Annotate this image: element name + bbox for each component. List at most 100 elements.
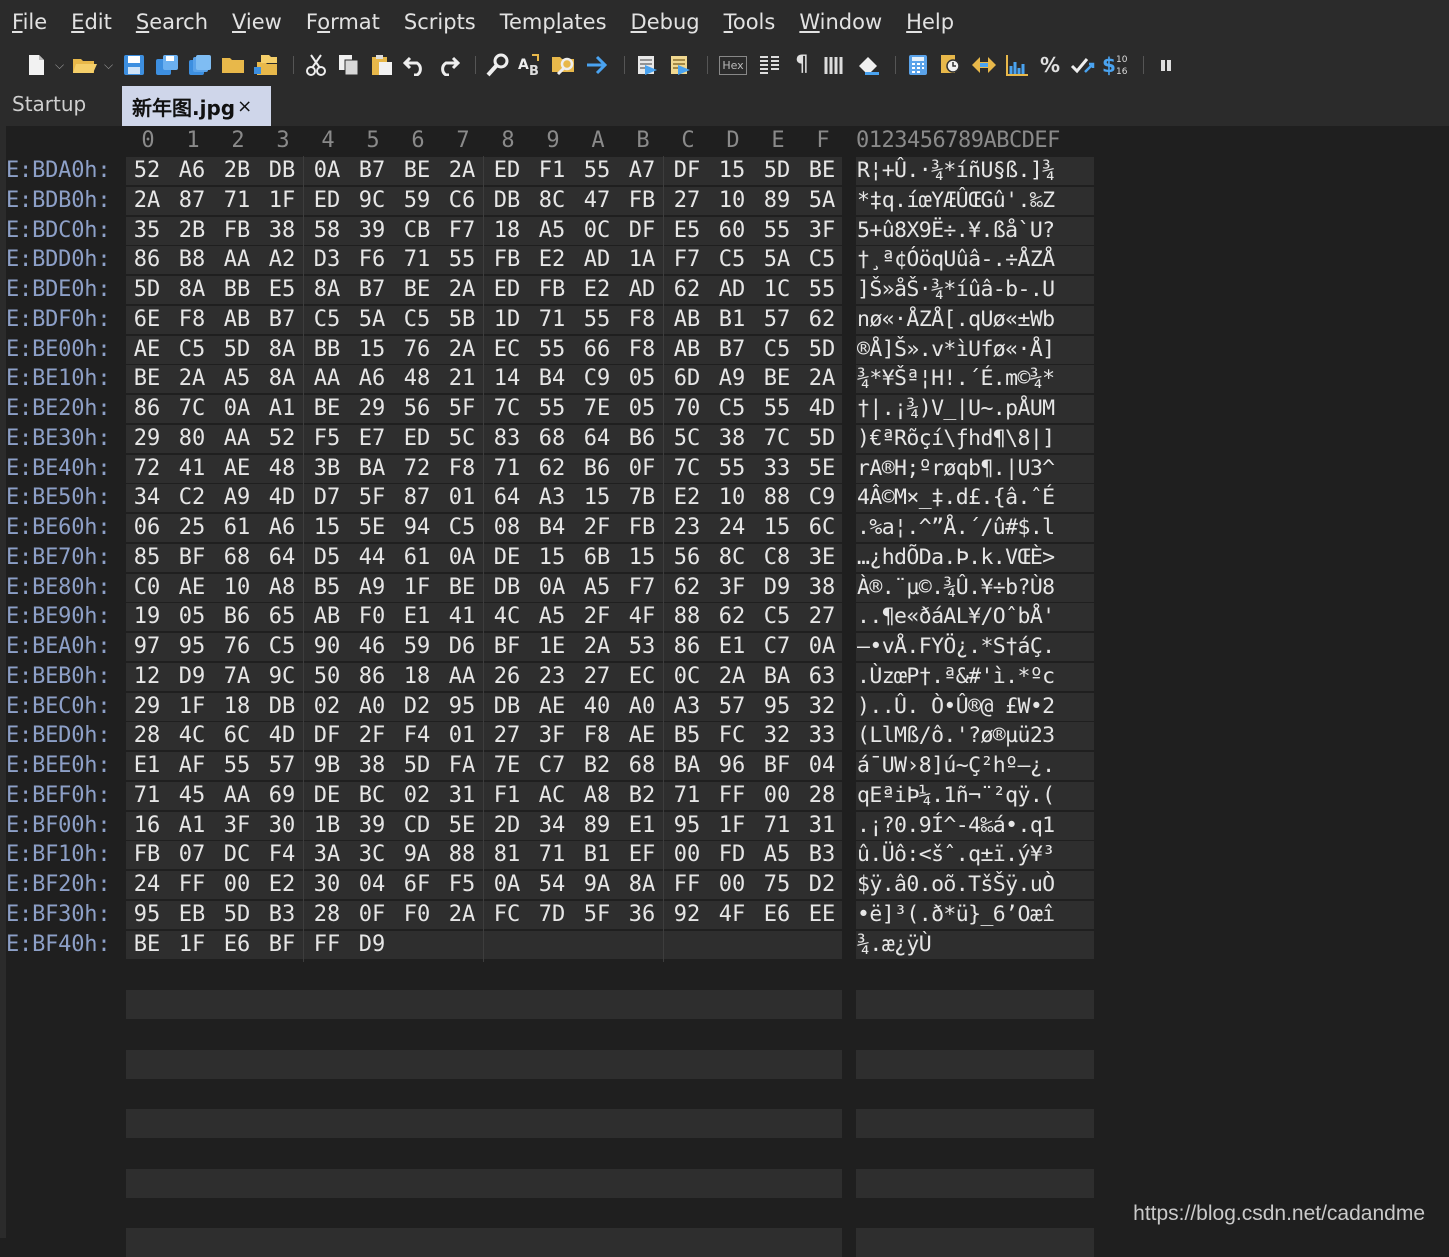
hex-byte[interactable]: 55	[715, 454, 749, 484]
hex-byte[interactable]: 5A	[805, 186, 839, 216]
hex-byte[interactable]: 2A	[580, 632, 614, 662]
undo-icon[interactable]	[401, 50, 429, 80]
hex-byte[interactable]: 2B	[220, 156, 254, 186]
hex-byte[interactable]: A1	[175, 811, 209, 841]
hex-byte[interactable]: 5A	[355, 305, 389, 335]
hex-byte[interactable]: D9	[760, 573, 794, 603]
hex-byte[interactable]: F7	[670, 245, 704, 275]
hex-byte[interactable]: 9C	[265, 662, 299, 692]
hex-byte[interactable]: 60	[715, 216, 749, 246]
hex-byte[interactable]: 65	[265, 602, 299, 632]
hex-byte[interactable]: B5	[310, 573, 344, 603]
hex-byte[interactable]: DF	[670, 156, 704, 186]
hex-byte[interactable]: A7	[625, 156, 659, 186]
hex-byte[interactable]: CB	[400, 216, 434, 246]
hex-byte[interactable]: 00	[760, 781, 794, 811]
hex-byte[interactable]: 5D	[130, 275, 164, 305]
hex-byte[interactable]: 45	[175, 781, 209, 811]
copy-icon[interactable]	[335, 50, 363, 80]
hex-byte[interactable]: 3C	[355, 840, 389, 870]
menu-view[interactable]: View	[220, 10, 294, 34]
hex-byte[interactable]: FB	[625, 513, 659, 543]
hex-byte[interactable]: 1C	[760, 275, 794, 305]
hex-byte[interactable]: 6E	[130, 305, 164, 335]
hex-byte[interactable]: 89	[580, 811, 614, 841]
hex-byte[interactable]: 9B	[310, 751, 344, 781]
hex-byte[interactable]: 5C	[670, 424, 704, 454]
hex-byte[interactable]: 86	[355, 662, 389, 692]
hex-byte[interactable]: 94	[400, 513, 434, 543]
hex-byte[interactable]: B3	[265, 900, 299, 930]
hex-byte[interactable]: 0F	[625, 454, 659, 484]
hex-byte[interactable]: C6	[445, 186, 479, 216]
hex-byte[interactable]: 6B	[580, 543, 614, 573]
hex-byte[interactable]: 1F	[265, 186, 299, 216]
hex-byte[interactable]: FD	[715, 840, 749, 870]
hex-byte[interactable]: 55	[220, 751, 254, 781]
hex-byte[interactable]: B4	[535, 513, 569, 543]
hex-byte[interactable]: 59	[400, 632, 434, 662]
hex-byte[interactable]: 29	[130, 424, 164, 454]
row-ascii[interactable]: †|.¡¾)V_|U~.pÅUM	[857, 394, 1055, 424]
hex-byte[interactable]: 41	[175, 454, 209, 484]
hex-byte[interactable]: 00	[220, 870, 254, 900]
hex-byte[interactable]: C2	[175, 483, 209, 513]
hex-byte[interactable]: 3F	[220, 811, 254, 841]
hex-byte[interactable]: C5	[175, 335, 209, 365]
row-ascii[interactable]: qEªiÞ¼.1ñ¬¨²qÿ.(	[857, 781, 1055, 811]
hex-byte[interactable]: BE	[130, 930, 164, 960]
tab-startup[interactable]: Startup	[12, 92, 86, 116]
hex-byte[interactable]: 32	[805, 692, 839, 722]
hex-byte[interactable]: AB	[670, 335, 704, 365]
hex-byte[interactable]: 48	[400, 364, 434, 394]
hex-byte[interactable]: FB	[625, 186, 659, 216]
hex-byte[interactable]: 7B	[625, 483, 659, 513]
hex-byte[interactable]: F5	[445, 870, 479, 900]
hex-byte[interactable]: E2	[535, 245, 569, 275]
hex-byte[interactable]: 92	[670, 900, 704, 930]
hex-byte[interactable]: B1	[715, 305, 749, 335]
hex-byte[interactable]: 05	[625, 394, 659, 424]
hex-byte[interactable]: 35	[130, 216, 164, 246]
hex-byte[interactable]: 15	[535, 543, 569, 573]
cut-icon[interactable]	[302, 50, 330, 80]
hex-byte[interactable]: E6	[220, 930, 254, 960]
hex-byte[interactable]: C0	[130, 573, 164, 603]
hex-byte[interactable]: E1	[715, 632, 749, 662]
hex-byte[interactable]: 62	[535, 454, 569, 484]
hex-byte[interactable]: 1E	[535, 632, 569, 662]
hex-byte[interactable]: CD	[400, 811, 434, 841]
hex-byte[interactable]: 64	[490, 483, 524, 513]
hex-byte[interactable]: 15	[310, 513, 344, 543]
hex-byte[interactable]: F7	[625, 573, 659, 603]
hex-byte[interactable]: 2A	[715, 662, 749, 692]
hex-byte[interactable]: 7A	[220, 662, 254, 692]
hex-byte[interactable]: 48	[265, 454, 299, 484]
hex-byte[interactable]: DF	[625, 216, 659, 246]
hex-byte[interactable]: 9A	[400, 840, 434, 870]
hex-byte[interactable]: 28	[310, 900, 344, 930]
hex-byte[interactable]: ED	[310, 186, 344, 216]
hex-byte[interactable]: 2F	[580, 513, 614, 543]
hex-byte[interactable]: 47	[580, 186, 614, 216]
hex-byte[interactable]: 1F	[175, 692, 209, 722]
menu-window[interactable]: Window	[787, 10, 894, 34]
hex-byte[interactable]: 02	[310, 692, 344, 722]
hex-byte[interactable]: BE	[130, 364, 164, 394]
hex-byte[interactable]: 52	[130, 156, 164, 186]
hex-byte[interactable]: 2A	[175, 364, 209, 394]
hex-byte[interactable]: 57	[760, 305, 794, 335]
hex-byte[interactable]: 87	[400, 483, 434, 513]
find-replace-icon[interactable]: AB	[517, 50, 545, 80]
hex-byte[interactable]: A8	[580, 781, 614, 811]
save-icon[interactable]	[120, 50, 148, 80]
hex-byte[interactable]: 26	[490, 662, 524, 692]
hex-byte[interactable]: AC	[535, 781, 569, 811]
hex-byte[interactable]: 55	[580, 156, 614, 186]
hex-byte[interactable]: 8C	[535, 186, 569, 216]
hex-byte[interactable]: 56	[400, 394, 434, 424]
hex-byte[interactable]: 2A	[445, 335, 479, 365]
hex-byte[interactable]: 21	[445, 364, 479, 394]
hex-byte[interactable]: AA	[445, 662, 479, 692]
hex-byte[interactable]: F8	[580, 721, 614, 751]
